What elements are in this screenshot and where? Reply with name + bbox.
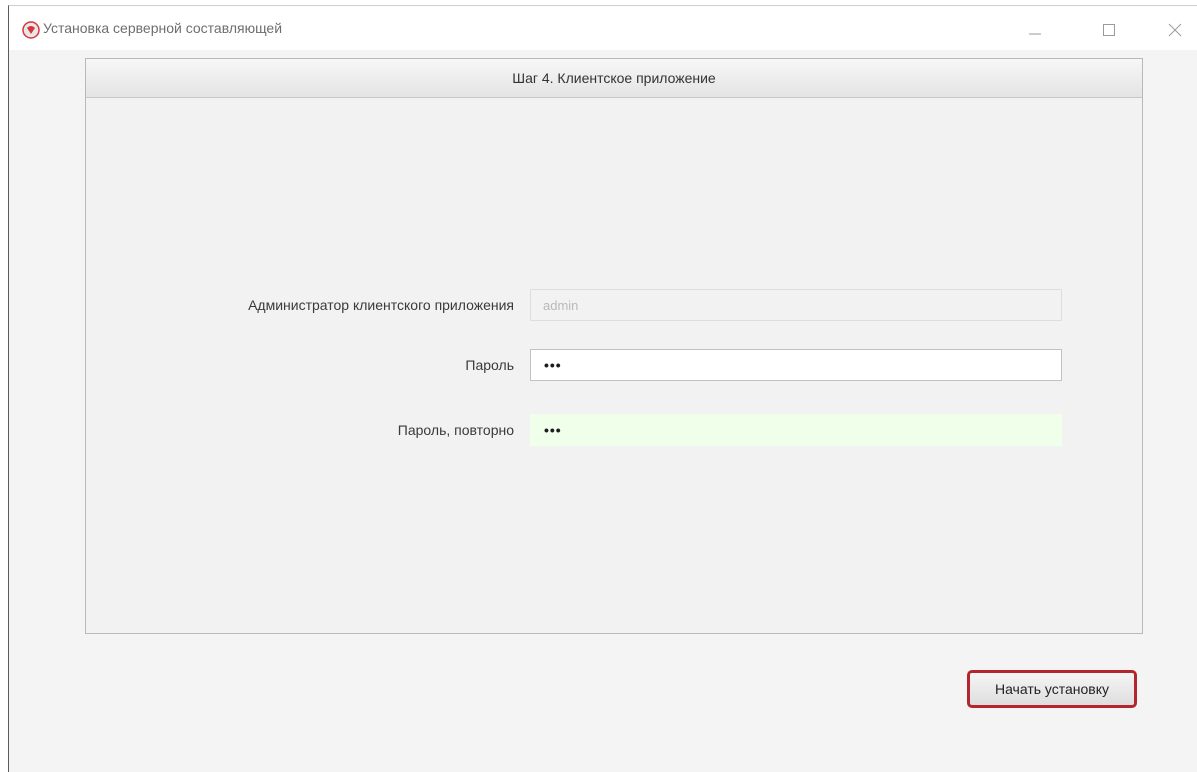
app-logo-icon xyxy=(22,21,40,39)
password-field[interactable] xyxy=(530,349,1062,381)
step-panel: Шаг 4. Клиентское приложение Администрат… xyxy=(85,58,1143,634)
minimize-icon xyxy=(1029,33,1041,35)
password-label: Пароль xyxy=(465,357,514,373)
step-header: Шаг 4. Клиентское приложение xyxy=(86,59,1142,98)
password-repeat-label: Пароль, повторно xyxy=(397,422,514,438)
close-icon xyxy=(1168,23,1182,37)
admin-field xyxy=(530,289,1062,321)
admin-row: Администратор клиентского приложения xyxy=(86,289,1142,321)
close-button[interactable] xyxy=(1155,16,1195,44)
start-install-button[interactable]: Начать установку xyxy=(967,670,1137,708)
installer-window: Установка серверной составляющей Шаг 4. … xyxy=(8,5,1197,772)
password-row: Пароль ••• xyxy=(86,349,1142,381)
password-repeat-row: Пароль, повторно ••• xyxy=(86,414,1142,446)
maximize-icon xyxy=(1103,24,1115,36)
minimize-button[interactable] xyxy=(1015,16,1055,44)
maximize-button[interactable] xyxy=(1089,16,1129,44)
password-repeat-field[interactable] xyxy=(530,414,1062,446)
admin-label: Администратор клиентского приложения xyxy=(248,297,514,313)
title-bar: Установка серверной составляющей xyxy=(9,6,1197,50)
window-title: Установка серверной составляющей xyxy=(43,20,283,36)
